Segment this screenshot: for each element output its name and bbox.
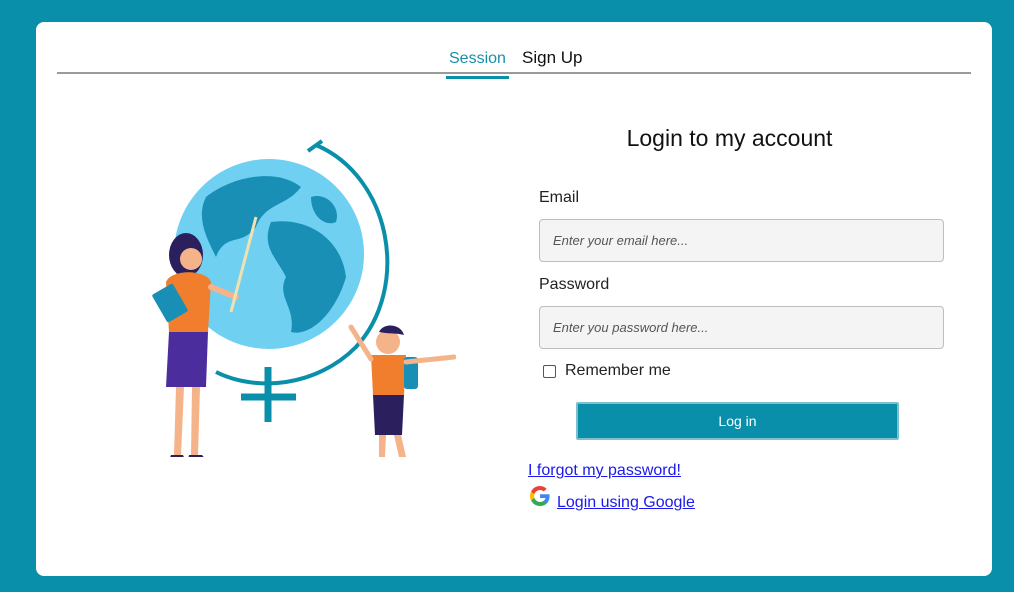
google-login-row: Login using Google: [528, 484, 695, 513]
tab-bar: Session Sign Up: [57, 22, 971, 79]
login-card: Session Sign Up Login to my account Emai…: [36, 22, 992, 576]
remember-me-checkbox[interactable]: [543, 364, 556, 378]
email-field[interactable]: [539, 219, 944, 262]
google-logo-icon[interactable]: [528, 484, 552, 513]
tab-sign-up[interactable]: Sign Up: [519, 46, 585, 75]
login-button[interactable]: Log in: [576, 402, 899, 440]
remember-me-toggle[interactable]: Remember me: [543, 362, 671, 380]
google-login-link[interactable]: Login using Google: [557, 494, 695, 512]
forgot-password-link[interactable]: I forgot my password!: [528, 462, 681, 480]
page-title: Login to my account: [626, 125, 833, 151]
remember-me-label: Remember me: [565, 362, 671, 379]
password-label: Password: [539, 276, 610, 293]
password-field[interactable]: [539, 306, 944, 349]
email-label: Email: [539, 189, 580, 206]
teacher-student-globe-illustration: [136, 137, 457, 463]
tab-session[interactable]: Session: [446, 48, 509, 79]
